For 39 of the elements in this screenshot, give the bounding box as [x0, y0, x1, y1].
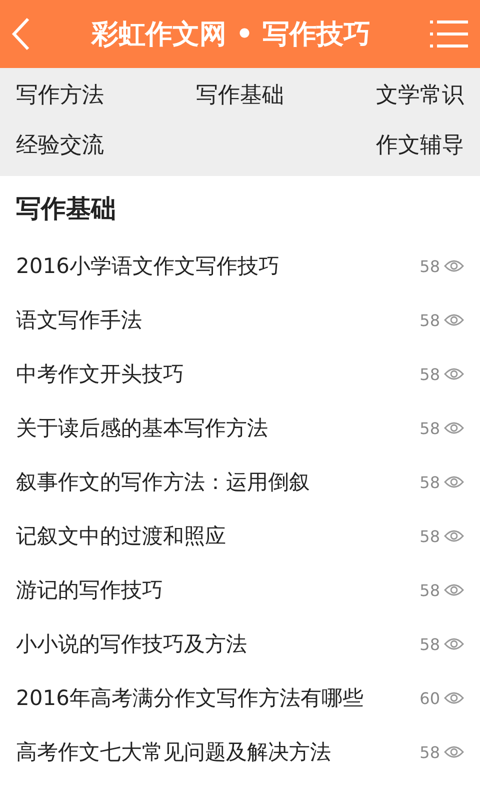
eye-icon [444, 259, 464, 273]
view-count: 58 [420, 364, 440, 384]
article-link[interactable]: 关于读后感的基本写作方法 [16, 414, 268, 442]
view-count: 58 [420, 310, 440, 330]
article-link[interactable]: 高考作文七大常见问题及解决方法 [16, 738, 331, 766]
back-button[interactable] [10, 16, 32, 52]
eye-icon [444, 421, 464, 435]
article-link[interactable]: 2016年高考满分作文写作方法有哪些 [16, 684, 364, 712]
eye-icon [444, 313, 464, 327]
view-count: 58 [420, 580, 440, 600]
article-link[interactable]: 游记的写作技巧 [16, 576, 163, 604]
view-count: 58 [420, 526, 440, 546]
eye-icon [444, 691, 464, 705]
view-count: 58 [420, 418, 440, 438]
view-count: 58 [420, 256, 440, 276]
eye-icon [444, 367, 464, 381]
article-link[interactable]: 2016小学语文作文写作技巧 [16, 252, 280, 280]
eye-icon [444, 745, 464, 759]
eye-icon [444, 475, 464, 489]
article-link[interactable]: 中考作文开头技巧 [16, 360, 184, 388]
menu-button[interactable] [430, 19, 468, 49]
article-link[interactable]: 叙事作文的写作方法：运用倒叙 [16, 468, 310, 496]
eye-icon [444, 637, 464, 651]
article-link[interactable]: 小小说的写作技巧及方法 [16, 630, 247, 658]
eye-icon [444, 583, 464, 597]
view-count: 58 [420, 634, 440, 654]
article-link[interactable]: 语文写作手法 [16, 306, 142, 334]
view-count: 60 [420, 688, 440, 708]
section-title: 写作基础 [15, 193, 117, 225]
category-link[interactable]: 文学常识 [376, 80, 464, 112]
view-count: 58 [420, 742, 440, 762]
article-link[interactable]: 记叙文中的过渡和照应 [16, 522, 226, 550]
category-link[interactable]: 写作基础 [196, 80, 284, 112]
eye-icon [444, 529, 464, 543]
page-title: 彩虹作文网 • 写作技巧 [91, 18, 371, 52]
category-link[interactable]: 作文辅导 [376, 130, 464, 162]
category-link[interactable]: 经验交流 [16, 130, 104, 162]
category-link[interactable]: 写作方法 [16, 80, 104, 112]
view-count: 58 [420, 472, 440, 492]
